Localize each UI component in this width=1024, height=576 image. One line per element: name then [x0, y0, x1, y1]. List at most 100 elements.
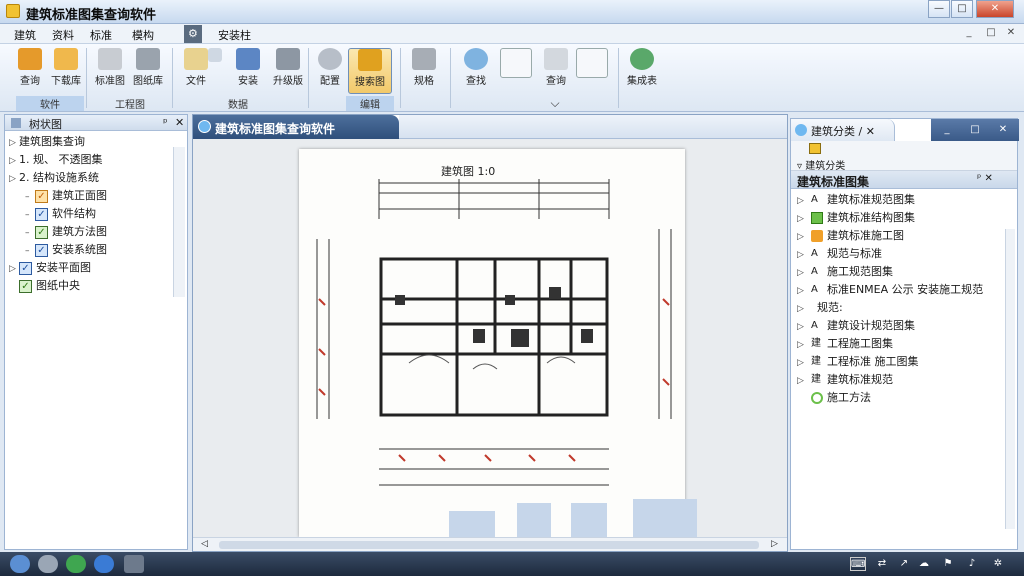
category-item[interactable]: 施工方法	[797, 389, 871, 407]
expand-icon[interactable]: –	[25, 242, 35, 260]
floor-plan-sheet[interactable]: 建筑图 1:0	[299, 149, 685, 537]
expand-icon[interactable]: ▷	[797, 192, 811, 210]
panel-restore-icon[interactable]: □	[963, 122, 987, 138]
expand-icon[interactable]: ▷	[797, 264, 811, 282]
network-icon[interactable]: ↗	[896, 557, 912, 571]
panel-minimize-icon[interactable]: _	[935, 122, 959, 138]
category-tab[interactable]: 建筑分类 / ✕	[791, 119, 895, 141]
cloud-icon[interactable]: ☁	[916, 557, 932, 571]
tree-item[interactable]: ▷ ✓ 安装平面图	[9, 259, 91, 277]
mdi-restore-icon[interactable]: □	[984, 27, 998, 39]
category-item[interactable]: ▷ 建工程施工图集	[797, 335, 893, 353]
minimize-button[interactable]: —	[928, 0, 950, 18]
scroll-left-icon[interactable]: ◁	[201, 539, 208, 549]
category-item[interactable]: ▷ 建建筑标准规范	[797, 371, 893, 389]
ribbon-expand-icon[interactable]: ⌵	[548, 96, 562, 111]
checkbox-icon[interactable]: ✓	[35, 225, 48, 239]
drawing-library-button[interactable]: 图纸库	[128, 48, 168, 94]
category-item[interactable]: ▷ 建筑标准施工图	[797, 227, 904, 245]
drawing-canvas[interactable]: 建筑图 1:0	[193, 139, 787, 537]
checkbox-icon[interactable]: ✓	[35, 189, 48, 203]
browser-icon[interactable]	[66, 555, 86, 573]
expand-icon[interactable]: ▷	[797, 372, 811, 390]
tree-scrollbar[interactable]	[173, 147, 185, 297]
lookup-button[interactable]: 查询	[536, 48, 576, 94]
expand-icon[interactable]: ▷	[797, 246, 811, 264]
document-tab[interactable]: 建筑标准图集查询软件	[193, 115, 399, 139]
maximize-button[interactable]: □	[951, 0, 973, 18]
checkbox-icon[interactable]: ✓	[35, 243, 48, 257]
expand-icon[interactable]: ▷	[9, 170, 19, 188]
expand-icon[interactable]: ▷	[9, 152, 19, 170]
menu-icon-tab[interactable]: ⚙	[184, 25, 202, 43]
expand-icon[interactable]: ▷	[797, 300, 811, 318]
menu-item-2[interactable]: 资料	[52, 27, 74, 43]
install-button[interactable]: 安装	[228, 48, 268, 94]
expand-icon[interactable]: –	[25, 188, 35, 206]
sparkle-button[interactable]	[204, 48, 226, 94]
start-icon[interactable]	[10, 555, 30, 573]
mdi-close-icon[interactable]: ✕	[1004, 27, 1018, 39]
folder-icon[interactable]	[809, 143, 821, 154]
mdi-minimize-icon[interactable]: _	[962, 27, 976, 39]
checkbox-icon[interactable]: ✓	[19, 279, 32, 293]
expand-icon[interactable]: ▷	[797, 336, 811, 354]
search-drawing-button[interactable]: 搜索图	[348, 48, 392, 94]
settings-icon[interactable]: ✲	[990, 557, 1006, 571]
category-scrollbar[interactable]	[1005, 229, 1015, 529]
horizontal-scrollbar[interactable]: ◁ ▷	[193, 537, 787, 551]
upgrade-button[interactable]: 升级版	[268, 48, 308, 94]
query-button[interactable]: 查询	[10, 48, 50, 94]
pin-icon[interactable]: ᵖ	[163, 116, 168, 129]
checkbox-icon[interactable]: ✓	[35, 207, 48, 221]
find-button[interactable]: 查找	[456, 48, 496, 94]
config-button[interactable]: 配置	[310, 48, 350, 94]
app-window-icon[interactable]	[124, 555, 144, 573]
dimension-button[interactable]	[574, 48, 610, 94]
tree-item[interactable]: – ✓ 建筑方法图	[25, 223, 107, 241]
tree-item[interactable]: ✓ 图纸中央	[9, 277, 80, 295]
integrated-table-button[interactable]: 集成表	[622, 48, 662, 94]
category-item[interactable]: ▷ A 标准ENMEA 公示 安装施工规范	[797, 281, 983, 299]
category-item[interactable]: ▷ 建工程标准 施工图集	[797, 353, 919, 371]
expand-icon[interactable]: ▷	[797, 354, 811, 372]
chart-button[interactable]	[498, 48, 534, 94]
category-item[interactable]: ▷ A 规范与标准	[797, 245, 882, 263]
tree-item[interactable]: ▷ 建筑图集查询	[9, 133, 85, 151]
gear-icon[interactable]	[38, 555, 58, 573]
expand-icon[interactable]: –	[25, 224, 35, 242]
arrow-icon[interactable]: ⇄	[874, 557, 890, 571]
checkbox-icon[interactable]: ✓	[19, 261, 32, 275]
expand-icon[interactable]: ▷	[797, 210, 811, 228]
menu-item-4[interactable]: 模构	[132, 27, 154, 43]
header-controls[interactable]: ᵖ ✕	[977, 173, 993, 184]
tree-item[interactable]: ▷ 1. 规、 不透图集	[9, 151, 103, 169]
expand-icon[interactable]: ▷	[9, 134, 19, 152]
volume-icon[interactable]: ♪	[964, 557, 980, 571]
tree-item[interactable]: – ✓ 建筑正面图	[25, 187, 107, 205]
keyboard-icon[interactable]: ⌨	[850, 557, 866, 571]
category-item[interactable]: ▷ A 建筑设计规范图集	[797, 317, 915, 335]
category-item[interactable]: ▷ A 建筑标准规范图集	[797, 191, 915, 209]
category-item[interactable]: ▷ A 施工规范图集	[797, 263, 893, 281]
standard-drawing-button[interactable]: 标准图	[90, 48, 130, 94]
expand-icon[interactable]: ▷	[797, 282, 811, 300]
category-item[interactable]: ▷ 规范:	[797, 299, 843, 317]
menu-item-3[interactable]: 标准	[90, 27, 112, 43]
panel-close-icon[interactable]: ✕	[991, 122, 1015, 138]
menu-item-5[interactable]: 安装柱	[218, 27, 251, 43]
close-button[interactable]: ✕	[976, 0, 1014, 18]
expand-icon[interactable]: ▷	[797, 228, 811, 246]
expand-icon[interactable]: ▷	[797, 318, 811, 336]
spec-button[interactable]: 规格	[404, 48, 444, 94]
menu-item-1[interactable]: 建筑	[14, 27, 36, 43]
expand-icon[interactable]: –	[25, 206, 35, 224]
tree-item[interactable]: ▷ 2. 结构设施系统	[9, 169, 99, 187]
expand-icon[interactable]: ▷	[9, 260, 19, 278]
download-library-button[interactable]: 下载库	[46, 48, 86, 94]
category-item[interactable]: ▷ 建筑标准结构图集	[797, 209, 915, 227]
scroll-thumb[interactable]	[219, 541, 759, 549]
scroll-right-icon[interactable]: ▷	[771, 539, 778, 549]
panel-close-icon[interactable]: ✕	[175, 116, 184, 129]
tree-item[interactable]: – ✓ 软件结构	[25, 205, 96, 223]
